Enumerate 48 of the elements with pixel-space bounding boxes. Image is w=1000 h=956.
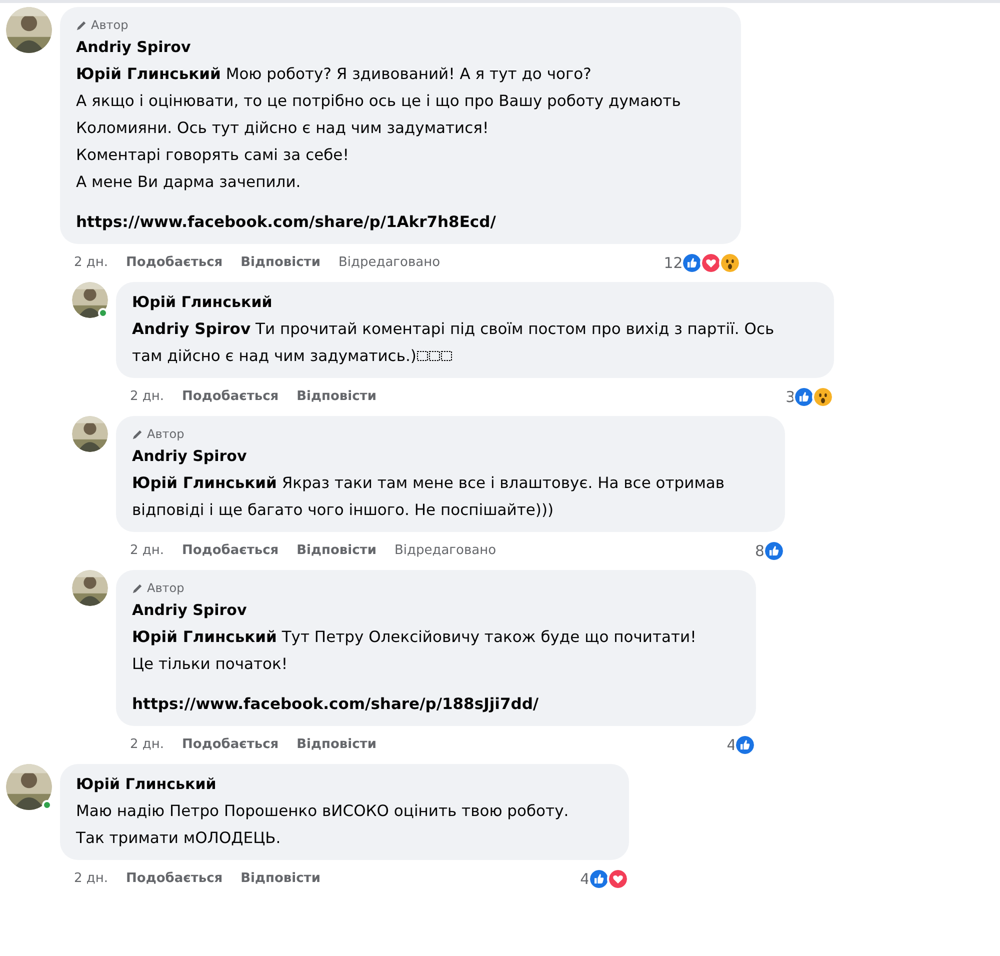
reaction-count[interactable]: 4	[726, 734, 736, 756]
comment-text: Це тільки початок!	[132, 654, 288, 675]
author-name[interactable]: Andriy Spirov	[76, 35, 191, 59]
comment-text: Коломияни. Ось тут дійсно є над чим задуматися!	[76, 118, 489, 139]
author-name[interactable]: Andriy Spirov	[132, 444, 247, 468]
pencil-icon	[132, 582, 143, 594]
like-button[interactable]: Подобається	[126, 253, 223, 273]
comment-text: А мене Ви дарма зачепили.	[76, 172, 301, 193]
author-label: Автор	[91, 17, 128, 34]
link[interactable]: https://www.facebook.com/share/p/1Akr7h8Ecd/	[76, 210, 496, 234]
author-label: Автор	[147, 580, 184, 597]
timestamp[interactable]: 2 дн.	[74, 869, 108, 889]
reaction-count[interactable]: 4	[580, 868, 590, 890]
like-button[interactable]: Подобається	[182, 735, 279, 755]
reply-button[interactable]: Відповісти	[296, 541, 376, 561]
author-name[interactable]: Юрій Глинський	[132, 290, 272, 314]
reaction-count[interactable]: 3	[786, 386, 796, 408]
comment-text: Так тримати мОЛОДЕЦЬ.	[76, 828, 281, 849]
edited-label[interactable]: Відредаговано	[394, 541, 496, 561]
pencil-icon	[76, 20, 87, 30]
reply-button[interactable]: Відповісти	[296, 735, 376, 755]
reply-button[interactable]: Відповісти	[296, 387, 376, 407]
timestamp[interactable]: 2 дн.	[130, 387, 164, 407]
comment-text: Юрій Глинський Якраз таки там мене все і влаштовує. На все отримав	[132, 473, 725, 494]
comment-text: Andriy Spirov Ти прочитай коментарі під своїм постом про вихід з партії. Ось	[132, 319, 774, 340]
comment-text: відповіді і ще багато чого іншого. Не поспішайте)))	[132, 500, 554, 521]
comment-text: там дійсно є над чим задуматись.)	[132, 346, 416, 367]
timestamp[interactable]: 2 дн.	[74, 253, 108, 273]
pencil-icon	[132, 428, 143, 440]
author-name[interactable]: Andriy Spirov	[132, 598, 247, 622]
reaction-count[interactable]: 12	[664, 252, 683, 274]
reaction-count[interactable]: 8	[754, 540, 765, 562]
reply-button[interactable]: Відповісти	[240, 253, 320, 273]
like-button[interactable]: Подобається	[182, 387, 279, 407]
like-button[interactable]: Подобається	[182, 541, 279, 561]
link[interactable]: https://www.facebook.com/share/p/188sJji7dd/	[132, 692, 539, 716]
timestamp[interactable]: 2 дн.	[130, 541, 164, 561]
comment-text: Юрій Глинський Тут Петру Олексійовичу також буде що почитати!	[132, 627, 696, 648]
comment-text: Коментарі говорять самі за себе!	[76, 145, 349, 166]
author-name[interactable]: Юрій Глинський	[76, 772, 216, 796]
comment-text: Юрій Глинський Мою роботу? Я здивований! А я тут до чого?	[76, 64, 592, 85]
edited-label[interactable]: Відредаговано	[338, 253, 440, 273]
comment-text: А якщо і оцінювати, то це потрібно ось це і що про Вашу роботу думають	[76, 91, 681, 112]
author-label: Автор	[147, 426, 184, 443]
comment-text: Маю надію Петро Порошенко вИСОКО оцінить твою роботу.	[76, 801, 569, 822]
reply-button[interactable]: Відповісти	[240, 869, 320, 889]
timestamp[interactable]: 2 дн.	[130, 735, 164, 755]
like-button[interactable]: Подобається	[126, 869, 223, 889]
